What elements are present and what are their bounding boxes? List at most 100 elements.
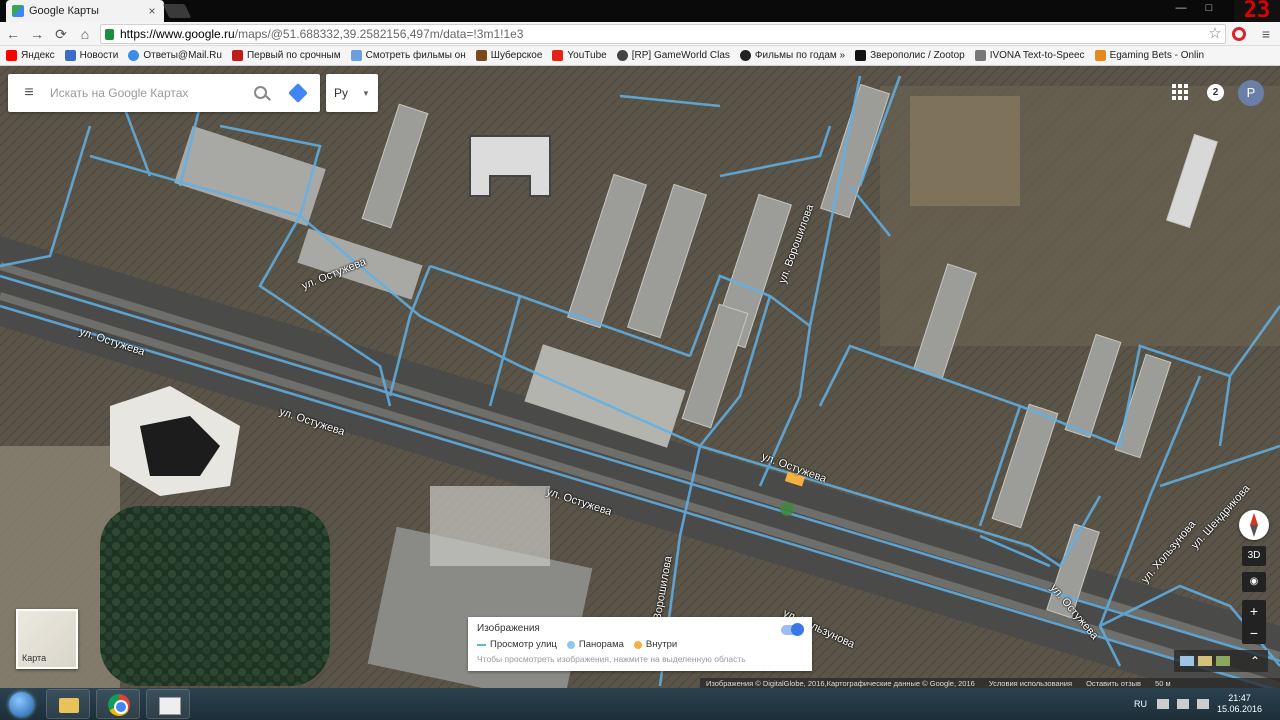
imagery-credit: Изображения © DigitalGlobe, 2016,Картогр… — [706, 678, 975, 688]
imagery-thumbnails[interactable]: ⌃ — [1174, 650, 1268, 672]
legend-item-street-view: Просмотр улиц — [477, 639, 557, 650]
keyboard-language[interactable]: RU — [1134, 699, 1147, 709]
taskbar: RU 21:47 15.06.2016 — [0, 688, 1280, 720]
attribution-bar: Изображения © DigitalGlobe, 2016,Картогр… — [700, 678, 1280, 688]
bookmark-item[interactable]: IVONA Text-to-Speec — [974, 50, 1085, 61]
notifications-badge[interactable]: 2 — [1207, 84, 1224, 101]
shuberskoe-icon — [475, 50, 487, 61]
network-icon[interactable] — [1176, 699, 1189, 709]
imagery-panel: Изображения Просмотр улиц Панорама Внутр… — [468, 617, 812, 671]
overlay-counter: 23 — [1234, 0, 1280, 22]
imagery-title: Изображения — [477, 623, 540, 634]
maximize-button[interactable]: □ — [1196, 0, 1222, 18]
browser-menu-button[interactable]: ≡ — [1258, 25, 1274, 43]
bookmark-item[interactable]: Шуберское — [475, 50, 542, 61]
tab-close-icon[interactable]: × — [146, 4, 158, 18]
search-input[interactable] — [50, 86, 244, 100]
thumbnail-icon — [1198, 656, 1212, 666]
opera-extension-icon[interactable] — [1232, 27, 1246, 41]
feedback-link[interactable]: Оставить отзыв — [1086, 679, 1141, 688]
bookmark-item[interactable]: Egaming Bets - Onlin — [1094, 50, 1204, 61]
avatar[interactable]: P — [1238, 80, 1264, 106]
url-host: https://www.google.ru — [120, 27, 235, 41]
tab-title: Google Карты — [29, 5, 99, 17]
tilt-3d-button[interactable]: 3D — [1242, 546, 1266, 566]
home-button[interactable]: ⌂ — [76, 25, 94, 43]
search-icon[interactable] — [244, 74, 278, 112]
thumbnail-icon — [1180, 656, 1194, 666]
panorama-dot-icon — [566, 640, 575, 649]
zoom-out-button[interactable]: − — [1242, 622, 1266, 644]
back-button[interactable]: ← — [4, 25, 22, 43]
forward-button[interactable]: → — [28, 25, 46, 43]
bookmark-item[interactable]: Ответы@Mail.Ru — [128, 50, 222, 61]
language-value: Ру — [334, 86, 349, 100]
bookmark-item[interactable]: Яндекс — [6, 50, 55, 61]
clock-date: 15.06.2016 — [1216, 704, 1262, 714]
tray-icon[interactable] — [1156, 699, 1169, 709]
news-site-icon — [231, 50, 243, 61]
address-bar: ← → ⟳ ⌂ https://www.google.ru/maps/@51.6… — [0, 22, 1280, 46]
imagery-legend: Просмотр улиц Панорама Внутри — [477, 639, 803, 650]
chevron-up-icon: ⌃ — [1249, 654, 1260, 668]
street-view-line-icon — [477, 643, 486, 646]
reload-button[interactable]: ⟳ — [52, 25, 70, 43]
system-tray: RU 21:47 15.06.2016 — [1134, 693, 1280, 715]
bookmark-item[interactable]: Фильмы по годам » — [739, 50, 845, 61]
yandex-icon — [6, 50, 17, 61]
my-location-icon[interactable]: ◉ — [1242, 572, 1266, 592]
egaming-icon — [1094, 50, 1106, 61]
youtube-icon — [552, 50, 564, 61]
zoom-in-button[interactable]: + — [1242, 600, 1266, 622]
url-path: /maps/@51.688332,39.2582156,497m/data=!3… — [234, 27, 524, 41]
volume-icon[interactable] — [1196, 699, 1209, 709]
tab-google-maps[interactable]: Google Карты × — [6, 0, 164, 22]
map-view-toggle[interactable]: Карта — [16, 609, 78, 669]
url-field[interactable]: https://www.google.ru/maps/@51.688332,39… — [100, 24, 1226, 44]
bookmark-item[interactable]: Смотреть фильмы он — [350, 50, 466, 61]
imagery-toggle[interactable] — [781, 623, 804, 636]
language-select[interactable]: Ру ▼ — [326, 74, 378, 112]
google-maps-favicon-icon — [12, 5, 24, 17]
satellite-imagery — [0, 66, 1280, 688]
clock[interactable]: 21:47 15.06.2016 — [1217, 693, 1262, 715]
clock-time: 21:47 — [1228, 693, 1251, 703]
minimize-button[interactable]: — — [1168, 0, 1194, 18]
chrome-taskbar-icon[interactable] — [96, 689, 140, 719]
satellite-map[interactable]: ул. Остужева ул. Остужева ул. Остужева у… — [0, 66, 1280, 688]
map-controls: 3D ◉ + − — [1239, 510, 1269, 644]
directions-icon[interactable] — [278, 74, 320, 112]
film-years-icon — [739, 50, 751, 61]
mail-answers-icon — [128, 50, 140, 61]
apps-grid-icon[interactable] — [1172, 84, 1188, 100]
bookmarks-bar: Яндекс Новости Ответы@Mail.Ru Первый по … — [0, 46, 1280, 66]
imagery-hint: Чтобы просмотреть изображения, нажмите н… — [477, 654, 746, 664]
terms-link[interactable]: Условия использования — [989, 679, 1072, 688]
movies-icon — [350, 50, 362, 61]
file-explorer-taskbar-icon[interactable] — [46, 689, 90, 719]
legend-item-indoor: Внутри — [633, 639, 677, 650]
bookmark-item[interactable]: Зверополис / Zootop — [855, 50, 965, 61]
bookmark-item[interactable]: Первый по срочным — [231, 50, 341, 61]
compass-icon[interactable] — [1239, 510, 1269, 540]
legend-item-panorama: Панорама — [566, 639, 624, 650]
bookmark-star-icon[interactable]: ☆ — [1206, 25, 1224, 43]
app-taskbar-icon[interactable] — [146, 689, 190, 719]
news-icon — [64, 50, 76, 61]
bookmark-item[interactable]: YouTube — [552, 50, 607, 61]
ivona-icon — [974, 50, 986, 61]
map-search-box: ≡ — [8, 74, 320, 112]
map-view-label: Карта — [22, 653, 47, 663]
tab-strip: Google Карты × — □ 23 — [0, 0, 1280, 22]
thumbnail-icon — [1216, 656, 1230, 666]
new-tab-button[interactable] — [162, 4, 192, 18]
gameworld-icon — [616, 50, 628, 61]
bookmark-item[interactable]: Новости — [64, 50, 118, 61]
bookmark-item[interactable]: [RP] GameWorld Clas — [616, 50, 730, 61]
scale-label: 50 м — [1155, 678, 1171, 688]
start-button[interactable] — [4, 689, 40, 719]
lock-icon — [105, 28, 114, 40]
menu-icon[interactable]: ≡ — [8, 84, 50, 102]
indoor-dot-icon — [633, 640, 642, 649]
zoom-controls: + − — [1242, 600, 1266, 644]
